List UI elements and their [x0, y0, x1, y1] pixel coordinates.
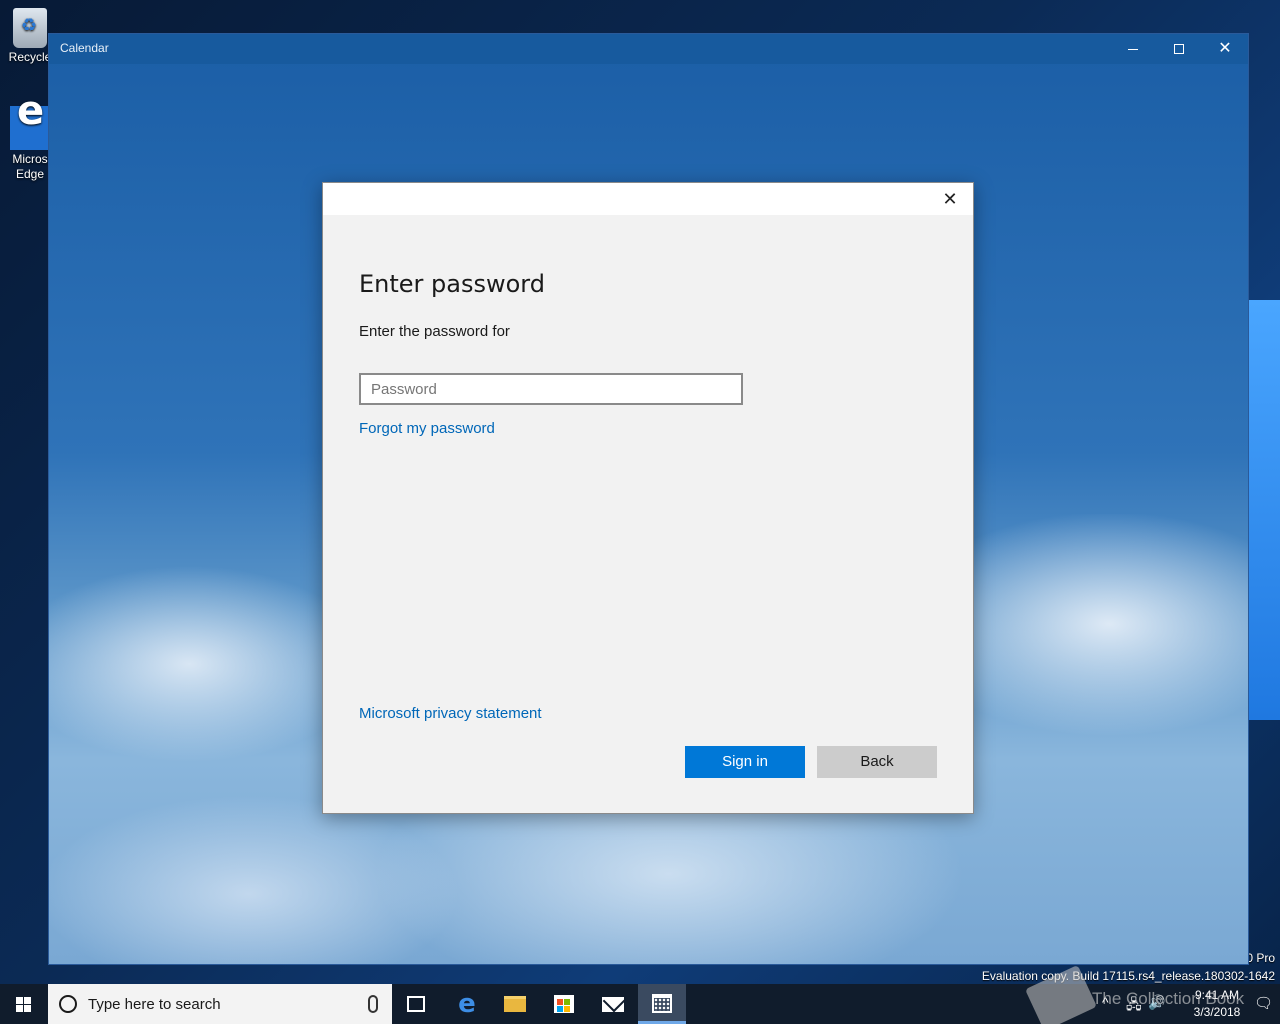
dialog-subtitle: Enter the password for — [359, 323, 510, 340]
mail-taskbar-button[interactable] — [589, 984, 637, 1024]
search-placeholder: Type here to search — [88, 996, 221, 1013]
calendar-taskbar-button[interactable] — [638, 984, 686, 1024]
cortana-icon — [59, 995, 77, 1013]
mail-icon — [602, 997, 624, 1012]
windows-logo-icon — [16, 997, 31, 1012]
dialog-close-button[interactable]: ✕ — [937, 186, 963, 212]
store-icon — [554, 995, 574, 1013]
action-center-icon[interactable]: 🗨 — [1254, 994, 1273, 1012]
taskbar-search-box[interactable]: Type here to search — [48, 984, 392, 1024]
calendar-icon — [652, 994, 672, 1013]
sign-in-button[interactable]: Sign in — [685, 746, 805, 778]
file-explorer-icon — [504, 996, 526, 1012]
window-titlebar[interactable]: Calendar ✕ — [49, 34, 1248, 64]
close-icon: ✕ — [1218, 40, 1232, 57]
file-explorer-taskbar-button[interactable] — [491, 984, 539, 1024]
task-view-icon — [407, 996, 425, 1012]
edge-taskbar-button[interactable]: e — [443, 984, 491, 1024]
dialog-header: ✕ — [323, 183, 973, 215]
recycle-bin-icon — [13, 8, 47, 48]
window-title: Calendar — [60, 41, 109, 55]
privacy-statement-link[interactable]: Microsoft privacy statement — [359, 705, 542, 722]
microphone-icon[interactable] — [368, 995, 378, 1013]
maximize-icon — [1174, 44, 1184, 54]
recycle-bin-shortcut[interactable]: Recycle — [6, 8, 54, 65]
start-button[interactable] — [0, 984, 48, 1024]
maximize-button[interactable] — [1156, 34, 1202, 64]
forgot-password-link[interactable]: Forgot my password — [359, 420, 495, 437]
close-window-button[interactable]: ✕ — [1202, 34, 1248, 64]
minimize-icon — [1128, 49, 1138, 50]
edge-icon — [10, 104, 50, 150]
dialog-heading: Enter password — [359, 270, 545, 298]
task-view-button[interactable] — [392, 984, 440, 1024]
password-dialog: ✕ Enter password Enter the password for … — [322, 182, 974, 814]
edition-text: 0 Pro — [1246, 951, 1275, 965]
close-icon: ✕ — [942, 189, 958, 209]
evaluation-text: Evaluation copy. Build 17115.rs4_release… — [981, 969, 1275, 983]
store-taskbar-button[interactable] — [540, 984, 588, 1024]
minimize-button[interactable] — [1110, 34, 1156, 64]
edge-icon: e — [458, 989, 476, 1019]
edge-shortcut[interactable]: Micros Edge — [6, 104, 54, 182]
edge-label-line1: Micros — [12, 152, 48, 166]
watermark-text: The Collection Book — [1092, 989, 1245, 1008]
back-button[interactable]: Back — [817, 746, 937, 778]
recycle-bin-label: Recycle — [8, 50, 52, 64]
password-input[interactable] — [359, 373, 743, 405]
edge-label-line2: Edge — [15, 167, 45, 181]
